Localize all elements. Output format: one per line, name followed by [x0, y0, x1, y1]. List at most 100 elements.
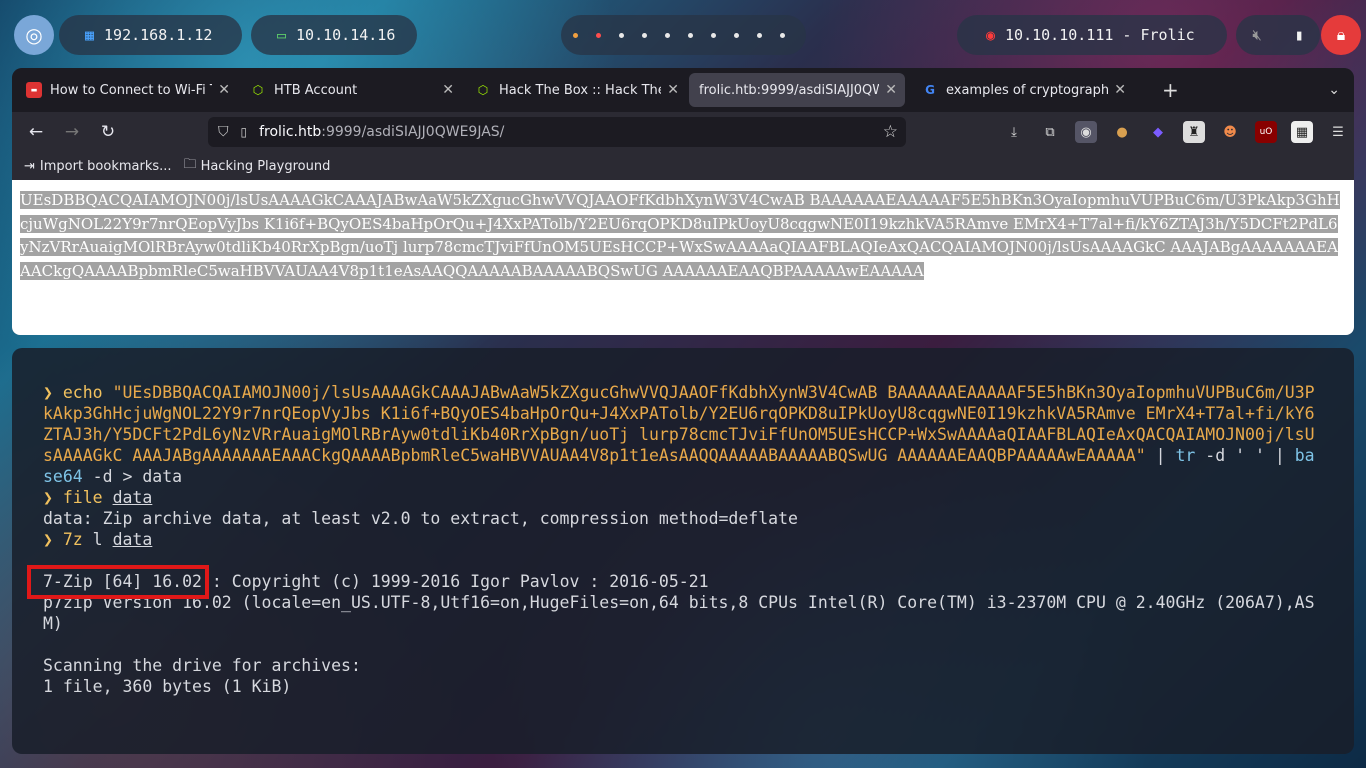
system-tray: 🔇︎ ▮: [1236, 15, 1320, 55]
download-icon[interactable]: ⤓: [1003, 121, 1025, 143]
tab-0[interactable]: ▬ How to Connect to Wi-Fi Th ✕: [16, 73, 238, 107]
prompt-symbol: ❯: [43, 488, 53, 507]
purple-cube-icon[interactable]: ◆: [1147, 121, 1169, 143]
command-string: "UEsDBBQACQAIAMOJN00j/lsUsAAAAGkCAAAJABw…: [43, 383, 1315, 465]
command-tr: tr: [1175, 446, 1196, 465]
navigation-bar: ← → ↻ ⛉ ▯ frolic.htb:9999/asdiSIAJJ0QWE9…: [12, 112, 1354, 152]
bookmark-folder-hacking-playground[interactable]: 🗀︎ Hacking Playground: [184, 155, 331, 177]
workspace-dot[interactable]: [757, 32, 762, 38]
tab-label: How to Connect to Wi-Fi Th: [50, 82, 213, 98]
import-icon: ⇥: [24, 158, 35, 174]
tab-label: frolic.htb:9999/asdiSIAJJ0QWE: [699, 82, 880, 98]
pipe: |: [1145, 446, 1176, 465]
import-bookmarks-link[interactable]: ⇥ Import bookmarks...: [24, 159, 172, 174]
target-icon: ◉: [986, 26, 996, 44]
tab-strip: ▬ How to Connect to Wi-Fi Th ✕ ⬡ HTB Acc…: [12, 68, 1354, 112]
tr-args: -d ' ' |: [1195, 446, 1295, 465]
terminal-output-p7zip: p7zip Version 16.02 (locale=en_US.UTF-8,…: [43, 593, 1315, 633]
terminal-output-7z-header: 7-Zip [64] 16.02 : Copyright (c) 1999-20…: [43, 571, 1323, 592]
bookmark-star-icon[interactable]: ☆: [883, 122, 898, 142]
workspace-dot[interactable]: [596, 32, 601, 38]
wappalyzer-icon[interactable]: ♜: [1183, 121, 1205, 143]
folder-icon: 🗀︎: [183, 157, 197, 172]
back-arrow-icon[interactable]: ←: [18, 122, 54, 142]
workspace-dot[interactable]: [619, 32, 624, 38]
workspace-dot[interactable]: [665, 32, 670, 38]
close-icon[interactable]: ✕: [218, 82, 230, 98]
bookmarks-toolbar: ⇥ Import bookmarks... 🗀︎ Hacking Playgroun…: [12, 152, 1354, 180]
bookmark-label: Hacking Playground: [200, 158, 331, 174]
tab-red-icon: ▬: [26, 82, 42, 98]
copyright-text: : Copyright (c) 1999-2016 Igor Pavlov : …: [201, 572, 709, 591]
laptop-icon: ▭: [277, 26, 287, 44]
prompt-symbol: ❯: [43, 383, 53, 402]
command-echo: echo: [62, 383, 103, 402]
tab-1[interactable]: ⬡ HTB Account ✕: [240, 73, 462, 107]
shield-icon[interactable]: ⛉: [218, 124, 229, 140]
command-file: file: [62, 488, 103, 507]
workspace-dot[interactable]: [642, 32, 647, 38]
reload-icon[interactable]: ↻: [90, 122, 126, 142]
launcher-button[interactable]: ◎: [14, 15, 54, 55]
network-icon: ▦: [85, 26, 95, 44]
workspace-dot[interactable]: [780, 32, 785, 38]
lock-button[interactable]: 🔒︎: [1321, 15, 1361, 55]
workspace-dot[interactable]: [734, 32, 739, 38]
url-text: frolic.htb:9999/asdiSIAJJ0QWE9JAS/: [259, 124, 504, 140]
mute-icon[interactable]: 🔇︎: [1252, 26, 1261, 44]
local-ip-text: 192.168.1.12: [104, 26, 213, 44]
target-text: 10.10.10.111 - Frolic: [1005, 26, 1195, 44]
battery-icon[interactable]: ▮: [1295, 26, 1304, 44]
hamburger-menu-icon[interactable]: ☰: [1327, 121, 1349, 143]
page-info-icon[interactable]: ▯: [241, 125, 248, 139]
selected-base64-text[interactable]: UEsDBBQACQAIAMOJN00j/lsUsAAAAGkCAAAJABwA…: [20, 189, 1346, 283]
close-icon[interactable]: ✕: [885, 82, 897, 98]
target-widget[interactable]: ◉ 10.10.10.111 - Frolic: [957, 15, 1227, 55]
bookmark-label: Import bookmarks...: [39, 158, 172, 174]
vpn-ip-widget[interactable]: ▭ 10.10.14.16: [251, 15, 417, 55]
htb-cube-icon: ⬡: [252, 83, 264, 97]
red-highlight-box: [27, 565, 209, 599]
page-text[interactable]: UEsDBBQACQAIAMOJN00j/lsUsAAAAGkCAAAJABwA…: [20, 191, 1340, 280]
glasses-extension-icon[interactable]: ◉: [1075, 121, 1097, 143]
google-icon: G: [925, 83, 935, 97]
7z-argument: data: [112, 530, 153, 549]
command-7z: 7z: [62, 530, 83, 549]
close-icon[interactable]: ✕: [442, 82, 454, 98]
workspace-dot[interactable]: [711, 32, 716, 38]
7z-list-flag: l: [82, 530, 113, 549]
base64-args: -d > data: [82, 467, 183, 486]
terminal-line-cmd3: ❯ 7z l data: [43, 529, 1323, 550]
tab-4[interactable]: G examples of cryptography ✕: [912, 73, 1134, 107]
tab-label: HTB Account: [274, 82, 358, 98]
close-icon[interactable]: ✕: [1114, 82, 1126, 98]
cookie-icon[interactable]: ●: [1111, 121, 1133, 143]
workspace-switcher[interactable]: [561, 15, 806, 55]
local-ip-widget[interactable]: ▦ 192.168.1.12: [59, 15, 242, 55]
terminal-line-cmd2: ❯ file data: [43, 487, 1323, 508]
workspace-dot[interactable]: [573, 32, 578, 38]
tab-label: Hack The Box :: Hack The B: [499, 82, 662, 98]
terminal-output-file: data: Zip archive data, at least v2.0 to…: [43, 509, 798, 528]
forward-arrow-icon[interactable]: →: [54, 122, 90, 142]
workspace-dot[interactable]: [688, 32, 693, 38]
tab-label: examples of cryptography: [946, 82, 1109, 98]
lock-icon: 🔒︎: [1336, 25, 1346, 44]
qr-code-icon[interactable]: ▦: [1291, 121, 1313, 143]
browser-window: ▬ How to Connect to Wi-Fi Th ✕ ⬡ HTB Acc…: [12, 68, 1354, 335]
terminal-output-scanning: Scanning the drive for archives:: [43, 656, 361, 675]
tab-2[interactable]: ⬡ Hack The Box :: Hack The B ✕: [465, 73, 687, 107]
chevron-down-icon[interactable]: ⌄: [1328, 82, 1340, 98]
url-host: frolic.htb: [259, 124, 322, 140]
swirl-icon: ◎: [25, 23, 43, 47]
extensions-puzzle-icon[interactable]: ⧉: [1039, 121, 1061, 143]
tab-3-active[interactable]: frolic.htb:9999/asdiSIAJJ0QWE ✕: [689, 73, 905, 107]
ublock-icon[interactable]: uO: [1255, 121, 1277, 143]
terminal-window[interactable]: ❯ echo "UEsDBBQACQAIAMOJN00j/lsUsAAAAGkC…: [12, 348, 1354, 754]
url-bar[interactable]: ⛉ ▯ frolic.htb:9999/asdiSIAJJ0QWE9JAS/ ☆: [208, 117, 906, 147]
hacker-avatar-icon[interactable]: ☻: [1219, 121, 1241, 143]
new-tab-plus-icon[interactable]: +: [1162, 78, 1179, 102]
close-icon[interactable]: ✕: [667, 82, 679, 98]
